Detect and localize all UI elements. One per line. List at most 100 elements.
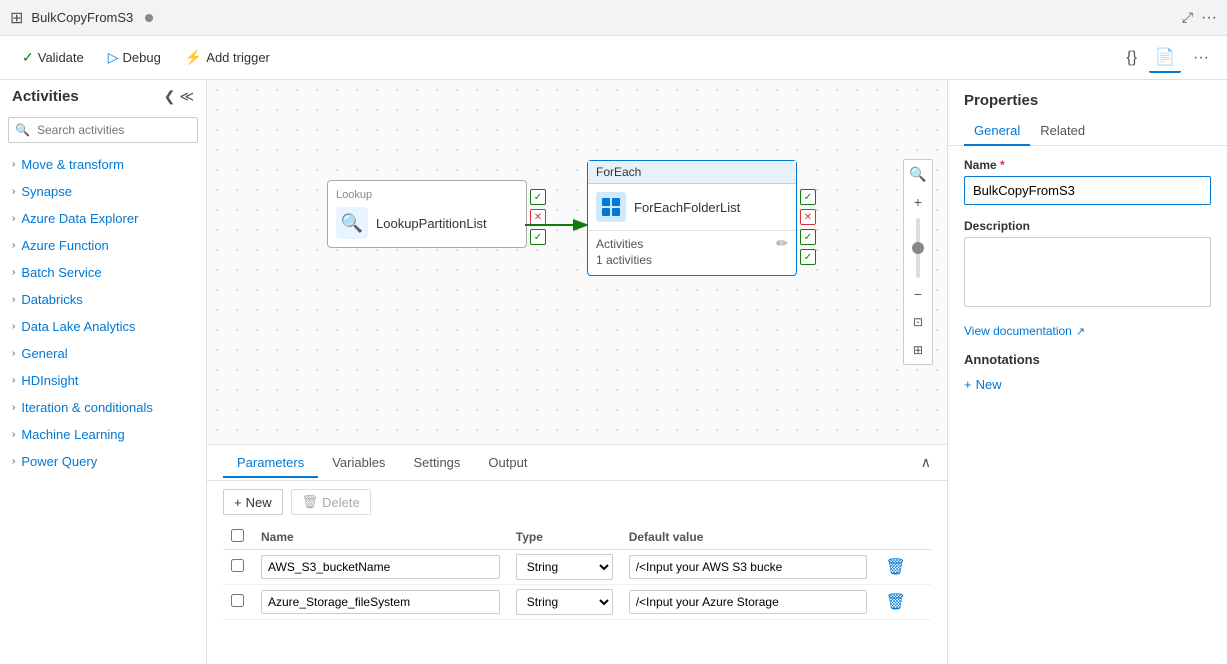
chevron-icon: › — [12, 267, 15, 278]
select-all-checkbox[interactable] — [231, 529, 244, 542]
description-textarea[interactable] — [964, 237, 1211, 307]
check-fail[interactable]: ✕ — [800, 209, 816, 225]
row1-type-select[interactable]: String Int Bool — [516, 554, 613, 580]
sidebar-item-azure-function[interactable]: › Azure Function — [0, 232, 206, 259]
lookup-node[interactable]: Lookup 🔍 LookupPartitionList ✓ ✕ ✓ — [327, 180, 527, 248]
zoom-slider[interactable] — [916, 218, 920, 278]
sidebar-item-azure-data-explorer[interactable]: › Azure Data Explorer — [0, 205, 206, 232]
check-complete[interactable]: ✓ — [530, 229, 546, 245]
row2-type-cell: String Int Bool — [508, 585, 621, 620]
name-field: Name * — [964, 158, 1211, 205]
props-tab-related[interactable]: Related — [1030, 117, 1095, 146]
row2-checkbox[interactable] — [231, 594, 244, 607]
description-label: Description — [964, 219, 1211, 233]
debug-button[interactable]: ▷ Debug — [98, 45, 171, 70]
canvas-main[interactable]: Lookup 🔍 LookupPartitionList ✓ ✕ ✓ — [207, 80, 947, 444]
tab-settings[interactable]: Settings — [399, 449, 474, 478]
zoom-out-button[interactable]: − — [906, 282, 930, 306]
foreach-node-body: ForEachFolderList — [588, 184, 796, 230]
sidebar-item-synapse[interactable]: › Synapse — [0, 178, 206, 205]
sidebar-item-power-query[interactable]: › Power Query — [0, 448, 206, 475]
add-trigger-button[interactable]: ⚡ Add trigger — [175, 45, 280, 70]
check-skip[interactable]: ✓ — [800, 249, 816, 265]
col-name-header: Name — [253, 525, 508, 550]
delete-parameter-button[interactable]: 🗑 Delete — [291, 489, 371, 515]
expand-icon[interactable]: ⤢ — [1182, 9, 1193, 26]
bottom-panel: Parameters Variables Settings Output ∧ +… — [207, 444, 947, 664]
sidebar-item-machine-learning[interactable]: › Machine Learning — [0, 421, 206, 448]
chevron-icon: › — [12, 429, 15, 440]
auto-layout-button[interactable]: ⊞ — [906, 338, 930, 362]
zoom-in-button[interactable]: + — [906, 190, 930, 214]
chevron-icon: › — [12, 321, 15, 332]
collapse-all-icon[interactable]: ≪ — [179, 88, 194, 105]
check-fail[interactable]: ✕ — [530, 209, 546, 225]
search-canvas-button[interactable]: 🔍 — [906, 162, 930, 186]
check-complete[interactable]: ✓ — [800, 229, 816, 245]
more-options-icon[interactable]: ··· — [1201, 9, 1217, 27]
props-tab-general[interactable]: General — [964, 117, 1030, 146]
row1-delete-button[interactable]: 🗑 — [883, 555, 907, 579]
row1-default-input[interactable] — [629, 555, 868, 579]
col-checkbox — [223, 525, 253, 550]
sidebar-item-move-transform[interactable]: › Move & transform — [0, 151, 206, 178]
sidebar-item-iteration[interactable]: › Iteration & conditionals — [0, 394, 206, 421]
row2-name-cell — [253, 585, 508, 620]
edit-icon[interactable]: ✏ — [776, 235, 788, 252]
name-required: * — [1000, 158, 1005, 172]
collapse-icon[interactable]: ❮ — [164, 88, 176, 105]
properties-title: Properties — [948, 80, 1227, 109]
view-documentation-link[interactable]: View documentation ↗ — [964, 324, 1211, 338]
fit-to-screen-button[interactable]: ⊡ — [906, 310, 930, 334]
foreach-node[interactable]: ForEach ForEachFolderList — [587, 160, 797, 276]
lookup-node-icon: 🔍 — [336, 207, 368, 239]
more-toolbar-button[interactable]: ··· — [1187, 45, 1215, 71]
properties-tabs: General Related — [948, 109, 1227, 146]
tab-variables[interactable]: Variables — [318, 449, 399, 478]
row2-delete-button[interactable]: 🗑 — [883, 590, 907, 614]
lookup-node-checks: ✓ ✕ ✓ — [530, 189, 546, 245]
row1-delete-cell: 🗑 — [875, 550, 931, 585]
row-checkbox-cell — [223, 585, 253, 620]
document-view-button[interactable]: 📄 — [1149, 43, 1181, 73]
search-input[interactable] — [8, 117, 198, 143]
sidebar-item-batch-service[interactable]: › Batch Service — [0, 259, 206, 286]
table-row: String Int Bool 🗑 — [223, 550, 931, 585]
check-success[interactable]: ✓ — [530, 189, 546, 205]
panel-tabs: Parameters Variables Settings Output ∧ — [207, 445, 947, 481]
properties-content: Name * Description View documentation ↗ … — [948, 146, 1227, 664]
row1-checkbox[interactable] — [231, 559, 244, 572]
foreach-node-label: ForEachFolderList — [634, 200, 740, 215]
check-success[interactable]: ✓ — [800, 189, 816, 205]
row2-default-cell — [621, 585, 876, 620]
sidebar-item-databricks[interactable]: › Databricks — [0, 286, 206, 313]
top-bar: ⊞ BulkCopyFromS3 ⤢ ··· — [0, 0, 1227, 36]
sidebar-actions: ❮ ≪ — [164, 88, 194, 105]
sidebar-item-label: Data Lake Analytics — [21, 319, 135, 334]
tab-parameters[interactable]: Parameters — [223, 449, 318, 478]
chevron-icon: › — [12, 186, 15, 197]
activities-count: 1 activities — [596, 253, 652, 267]
sidebar-item-data-lake[interactable]: › Data Lake Analytics — [0, 313, 206, 340]
row2-type-select[interactable]: String Int Bool — [516, 589, 613, 615]
row2-name-input[interactable] — [261, 590, 500, 614]
pipeline-title: BulkCopyFromS3 — [31, 10, 133, 25]
row1-name-input[interactable] — [261, 555, 500, 579]
code-view-button[interactable]: {} — [1120, 45, 1143, 71]
foreach-node-checks: ✓ ✕ ✓ ✓ — [800, 189, 816, 265]
canvas-area: Lookup 🔍 LookupPartitionList ✓ ✕ ✓ — [207, 80, 947, 664]
sidebar-item-general[interactable]: › General — [0, 340, 206, 367]
validate-button[interactable]: ✓ Validate — [12, 45, 94, 70]
row2-default-input[interactable] — [629, 590, 868, 614]
tab-output[interactable]: Output — [474, 449, 541, 478]
new-annotation-button[interactable]: + New — [964, 375, 1002, 394]
new-parameter-button[interactable]: + New — [223, 489, 283, 515]
collapse-panel-icon[interactable]: ∧ — [921, 454, 931, 471]
sidebar-item-label: Databricks — [21, 292, 82, 307]
col-default-header: Default value — [621, 525, 876, 550]
name-input[interactable] — [964, 176, 1211, 205]
description-field: Description — [964, 219, 1211, 310]
sidebar-item-label: General — [21, 346, 67, 361]
parameters-table: Name Type Default value — [223, 525, 931, 620]
sidebar-item-hdinsight[interactable]: › HDInsight — [0, 367, 206, 394]
